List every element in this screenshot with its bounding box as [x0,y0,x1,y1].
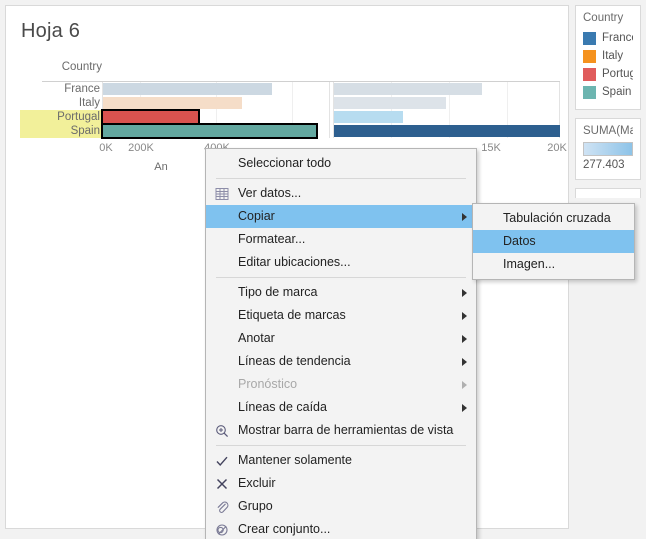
menu-item-anotar[interactable]: Anotar [206,327,476,350]
legend-title-measure: SUMA(Ma [583,125,633,137]
chevron-right-icon [462,357,467,366]
menu-item-lineas-de-tendencia[interactable]: Líneas de tendencia [206,350,476,373]
menu-separator [216,178,466,179]
bar-pane2-spain[interactable] [334,125,560,137]
menu-item-label: Formatear... [238,232,306,246]
menu-item-label: Etiqueta de marcas [238,308,346,322]
menu-item-mantener-solamente[interactable]: Mantener solamente [206,449,476,472]
menu-item-ver-datos[interactable]: Ver datos... [206,182,476,205]
set-icon [215,522,231,538]
legend-title-country: Country [583,12,624,24]
menu-item-label: Ver datos... [238,186,302,200]
menu-item-label: Seleccionar todo [238,156,332,170]
menu-item-label: Datos [503,234,536,248]
zoom-in-icon [215,423,231,439]
menu-item-label: Líneas de tendencia [238,354,351,368]
chart-panes [101,82,560,139]
menu-item-label: Anotar [238,331,275,345]
menu-item-label: Crear conjunto... [238,522,331,536]
menu-item-excluir[interactable]: Excluir [206,472,476,495]
paperclip-icon [215,499,231,515]
menu-item-label: Mostrar barra de herramientas de vista [238,423,454,437]
bar-pane2-italy[interactable] [334,97,446,109]
menu-item-label: Pronóstico [238,377,298,391]
menu-item-label: Grupo [238,499,273,513]
row-label-italy[interactable]: Italy [42,96,100,110]
chart-pane-2 [333,82,560,138]
bar-pane1-spain[interactable] [101,123,318,139]
legend-item-spain[interactable]: Spain [583,83,633,101]
menu-item-label: Tipo de marca [238,285,318,299]
axis-tick: 0K [99,142,113,154]
legend-card-measure: SUMA(Ma 277.403 [575,118,641,180]
gradient-min-label: 277.403 [583,159,625,171]
axis-tick: 200K [128,142,154,154]
menu-item-seleccionar-todo[interactable]: Seleccionar todo [206,152,476,175]
legend-item-italy[interactable]: Italy [583,47,633,65]
row-label-list: France Italy Portugal Spain [42,82,102,138]
context-menu[interactable]: Seleccionar todo Ver datos... Copiar For… [205,148,477,539]
menu-item-formatear[interactable]: Formatear... [206,228,476,251]
chevron-right-icon [462,403,467,412]
menu-item-label: Mantener solamente [238,453,352,467]
menu-item-grupo[interactable]: Grupo [206,495,476,518]
legend-column: Country France Italy Portugal Spain SUMA… [575,5,641,198]
submenu-item-datos[interactable]: Datos [473,230,634,253]
color-swatch-icon [583,49,596,63]
close-icon [215,476,231,492]
legend-label: Portugal [602,68,633,80]
menu-item-label: Líneas de caída [238,400,327,414]
legend-label: France [602,32,633,44]
menu-item-label: Excluir [238,476,276,490]
bar-pane1-france[interactable] [103,83,272,95]
menu-item-editar-ubicaciones[interactable]: Editar ubicaciones... [206,251,476,274]
check-icon [215,453,231,469]
row-field-header: Country [61,61,102,73]
menu-item-label: Copiar [238,209,275,223]
axis-tick: 20K [547,142,567,154]
chevron-right-icon [462,311,467,320]
page-title: Hoja 6 [21,20,81,42]
bar-pane2-portugal[interactable] [334,111,403,123]
menu-separator [216,445,466,446]
chevron-right-icon [462,288,467,297]
legend-card-stub [575,188,641,198]
row-label-portugal[interactable]: Portugal [42,110,100,124]
legend-item-france[interactable]: France [583,29,633,47]
menu-item-label: Editar ubicaciones... [238,255,351,269]
grid-icon [215,186,231,202]
menu-item-label: Tabulación cruzada [503,211,611,225]
legend-label: Spain [602,86,632,98]
legend-item-portugal[interactable]: Portugal [583,65,633,83]
chevron-right-icon [462,334,467,343]
bar-pane1-italy[interactable] [103,97,242,109]
context-submenu-copiar[interactable]: Tabulación cruzada Datos Imagen... [472,203,635,280]
submenu-item-imagen[interactable]: Imagen... [473,253,634,276]
bar-pane2-france[interactable] [334,83,482,95]
menu-item-crear-conjunto[interactable]: Crear conjunto... [206,518,476,539]
color-swatch-icon [583,67,596,81]
chevron-right-icon [462,380,467,389]
color-swatch-icon [583,31,596,45]
chevron-right-icon [462,212,467,221]
axis-title: An [154,161,168,173]
menu-item-copiar[interactable]: Copiar [206,205,476,228]
color-swatch-icon [583,85,596,99]
legend-card-country: Country France Italy Portugal Spain [575,5,641,110]
app-root: Hoja 6 Country France Italy Portugal Spa… [0,0,646,539]
menu-item-lineas-de-caida[interactable]: Líneas de caída [206,396,476,419]
row-label-france[interactable]: France [42,82,100,96]
menu-item-tipo-de-marca[interactable]: Tipo de marca [206,281,476,304]
menu-separator [216,277,466,278]
gradient-bar[interactable] [583,142,633,156]
menu-item-mostrar-barra-herramientas[interactable]: Mostrar barra de herramientas de vista [206,419,476,442]
menu-item-pronostico: Pronóstico [206,373,476,396]
menu-item-label: Imagen... [503,257,556,271]
axis-tick: 15K [481,142,501,154]
menu-item-etiqueta-de-marcas[interactable]: Etiqueta de marcas [206,304,476,327]
submenu-item-tabulacion-cruzada[interactable]: Tabulación cruzada [473,207,634,230]
chart-pane-1 [101,82,330,139]
legend-label: Italy [602,50,624,62]
row-label-spain[interactable]: Spain [42,124,100,138]
